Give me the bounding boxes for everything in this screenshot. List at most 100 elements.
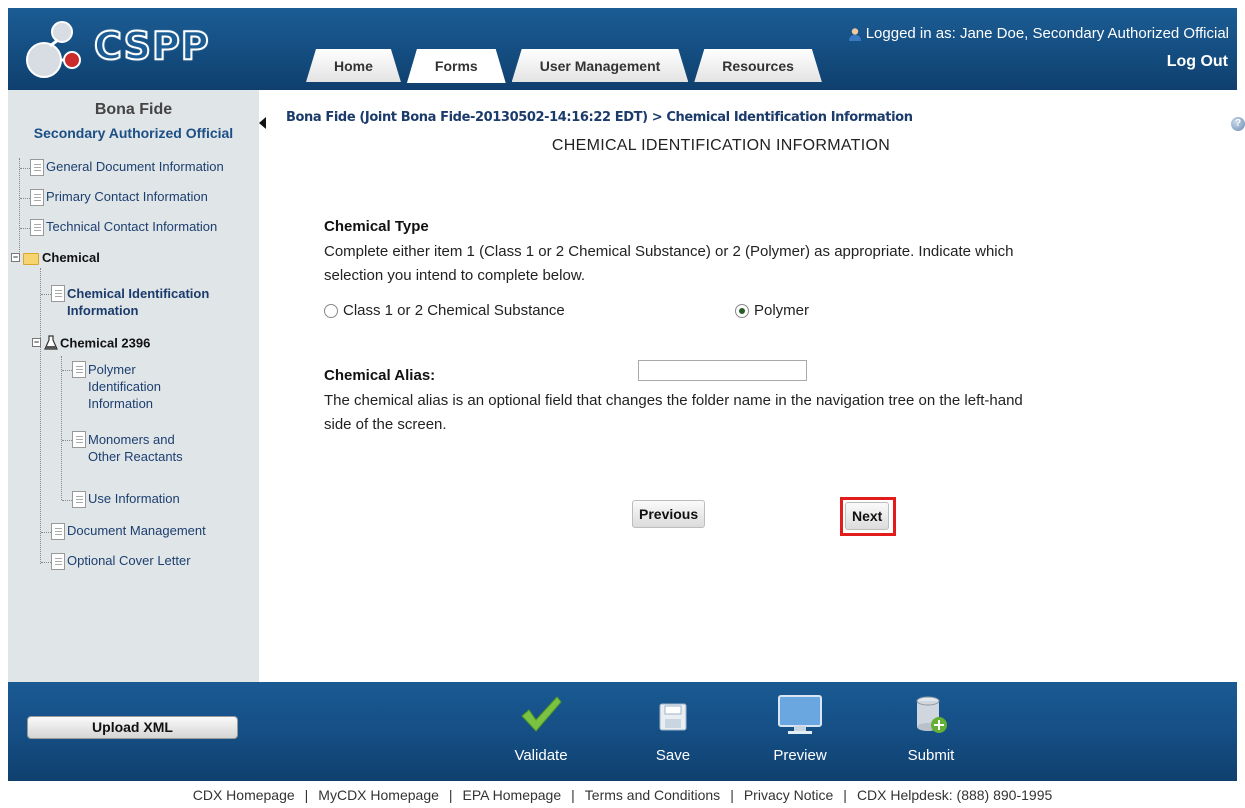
sidebar-item-document-management[interactable]: Document Management bbox=[51, 523, 206, 541]
app-name: CSPP bbox=[93, 23, 210, 69]
tree-line bbox=[19, 158, 20, 260]
sidebar-title: Bona Fide bbox=[94, 101, 173, 118]
folder-icon bbox=[23, 252, 39, 265]
tree-line bbox=[41, 294, 51, 295]
save-label: Save bbox=[655, 747, 691, 764]
sidebar-item-label: Information bbox=[88, 396, 154, 411]
logged-in-status: Logged in as: Jane Doe, Secondary Author… bbox=[848, 25, 1229, 42]
sidebar-item-label: Monomers and bbox=[88, 432, 175, 447]
tree-line bbox=[62, 500, 72, 501]
radio-label: Polymer bbox=[754, 302, 810, 319]
sidebar-item-label: General Document Information bbox=[46, 159, 224, 174]
sidebar-item-chemical[interactable]: Chemical bbox=[23, 250, 100, 265]
tree-line bbox=[40, 268, 41, 564]
monitor-icon bbox=[777, 694, 823, 740]
sidebar-item-general-document-information[interactable]: General Document Information bbox=[30, 159, 224, 177]
footer-separator: | bbox=[448, 787, 453, 803]
sidebar-item-chemical-2396[interactable]: Chemical 2396 bbox=[44, 335, 150, 353]
help-icon[interactable]: ? bbox=[1231, 117, 1245, 131]
database-add-icon bbox=[914, 694, 948, 740]
tab-home[interactable]: Home bbox=[306, 49, 401, 82]
submit-button[interactable]: Submit bbox=[896, 694, 966, 772]
next-button[interactable]: Next bbox=[845, 502, 890, 530]
sidebar-item-label: Other Reactants bbox=[88, 449, 183, 464]
radio-button[interactable] bbox=[324, 303, 338, 318]
footer-link-privacy-notice[interactable]: Privacy Notice bbox=[744, 787, 833, 803]
collapse-sidebar-arrow-icon[interactable] bbox=[259, 117, 266, 129]
logout-link[interactable]: Log Out bbox=[1167, 53, 1228, 71]
page-title: CHEMICAL IDENTIFICATION INFORMATION bbox=[551, 137, 891, 154]
upload-xml-button[interactable]: Upload XML bbox=[27, 716, 238, 739]
breadcrumb[interactable]: Bona Fide (Joint Bona Fide-20130502-14:1… bbox=[286, 110, 913, 125]
footer-link-cdx-homepage[interactable]: CDX Homepage bbox=[193, 787, 295, 803]
footer-separator: | bbox=[304, 787, 309, 803]
sidebar-item-label: Use Information bbox=[88, 491, 180, 506]
radio-polymer[interactable]: Polymer bbox=[735, 302, 809, 319]
instructions-line: Complete either item 1 (Class 1 or 2 Che… bbox=[324, 243, 1014, 260]
description-line: The chemical alias is an optional field … bbox=[324, 392, 1023, 409]
document-icon bbox=[30, 219, 44, 237]
footer-separator: | bbox=[571, 787, 575, 803]
validate-button[interactable]: Validate bbox=[510, 694, 572, 772]
sidebar-item-label: Chemical bbox=[42, 250, 100, 265]
footer-separator: | bbox=[843, 787, 847, 803]
footer-link-mycdx-homepage[interactable]: MyCDX Homepage bbox=[318, 787, 439, 803]
collapse-toggle-chemical-2396[interactable]: − bbox=[32, 338, 41, 347]
main-tabs: Home Forms User Management Resources bbox=[306, 49, 828, 83]
document-icon bbox=[30, 189, 44, 207]
sidebar-item-label: Chemical 2396 bbox=[60, 335, 151, 351]
footer-link-epa-homepage[interactable]: EPA Homepage bbox=[463, 787, 562, 803]
flask-icon bbox=[44, 335, 58, 353]
sidebar-item-label: Chemical Identification bbox=[67, 286, 210, 301]
sidebar-item-label: Primary Contact Information bbox=[46, 189, 208, 204]
footer-link-cdx-helpdesk[interactable]: CDX Helpdesk: (888) 890-1995 bbox=[857, 787, 1052, 803]
document-icon bbox=[51, 285, 65, 302]
tab-user-management[interactable]: User Management bbox=[512, 49, 689, 82]
document-icon bbox=[72, 491, 86, 509]
cspp-logo[interactable]: CSPP bbox=[22, 16, 242, 82]
description-line: side of the screen. bbox=[324, 416, 447, 433]
sidebar-item-label: Document Management bbox=[67, 523, 206, 538]
radio-button[interactable] bbox=[735, 303, 749, 318]
tab-resources[interactable]: Resources bbox=[694, 49, 822, 82]
radio-class-1-or-2-chemical-substance[interactable]: Class 1 or 2 Chemical Substance bbox=[324, 302, 565, 319]
molecule-logo-icon bbox=[26, 21, 81, 78]
tab-forms[interactable]: Forms bbox=[407, 49, 506, 83]
sidebar-item-monomers-and-other-reactants[interactable]: Monomers and Other Reactants bbox=[72, 431, 183, 465]
floppy-disk-icon bbox=[658, 702, 688, 736]
tree-line bbox=[62, 370, 72, 371]
instructions-line: selection you intend to complete below. bbox=[324, 267, 585, 284]
sidebar-item-optional-cover-letter[interactable]: Optional Cover Letter bbox=[51, 553, 191, 571]
document-icon bbox=[72, 431, 86, 448]
validate-label: Validate bbox=[514, 747, 568, 764]
tree-line bbox=[20, 168, 30, 169]
sidebar-item-primary-contact-information[interactable]: Primary Contact Information bbox=[30, 189, 208, 207]
preview-label: Preview bbox=[773, 747, 827, 764]
checkmark-icon bbox=[519, 694, 563, 738]
collapse-toggle-chemical[interactable]: − bbox=[11, 253, 20, 262]
chemical-type-instructions: Complete either item 1 (Class 1 or 2 Che… bbox=[324, 240, 1013, 288]
tree-line bbox=[20, 228, 30, 229]
footer-link-terms-and-conditions[interactable]: Terms and Conditions bbox=[585, 787, 720, 803]
radio-label: Class 1 or 2 Chemical Substance bbox=[343, 302, 565, 319]
document-icon bbox=[51, 553, 65, 571]
footer-links: CDX Homepage | MyCDX Homepage | EPA Homepage… bbox=[8, 787, 1237, 803]
submit-label: Submit bbox=[907, 747, 955, 764]
tree-line bbox=[61, 356, 62, 500]
save-button[interactable]: Save bbox=[648, 694, 698, 772]
sidebar-item-technical-contact-information[interactable]: Technical Contact Information bbox=[30, 219, 217, 237]
user-icon bbox=[848, 27, 862, 41]
chemical-alias-input[interactable] bbox=[638, 360, 807, 381]
sidebar-item-chemical-identification-information[interactable]: Chemical Identification Information bbox=[51, 285, 209, 319]
preview-button[interactable]: Preview bbox=[765, 694, 835, 772]
sidebar-item-label: Optional Cover Letter bbox=[67, 553, 191, 568]
navigation-sidebar: Bona Fide Secondary Authorized Official … bbox=[8, 90, 259, 682]
tree-line bbox=[41, 532, 51, 533]
previous-button[interactable]: Previous bbox=[632, 500, 706, 528]
document-icon bbox=[72, 361, 86, 378]
chemical-type-heading: Chemical Type bbox=[324, 218, 429, 235]
sidebar-item-polymer-identification-information[interactable]: Polymer Identification Information bbox=[72, 361, 161, 412]
tree-line bbox=[20, 198, 30, 199]
tree-line bbox=[62, 440, 72, 441]
sidebar-item-use-information[interactable]: Use Information bbox=[72, 491, 180, 509]
